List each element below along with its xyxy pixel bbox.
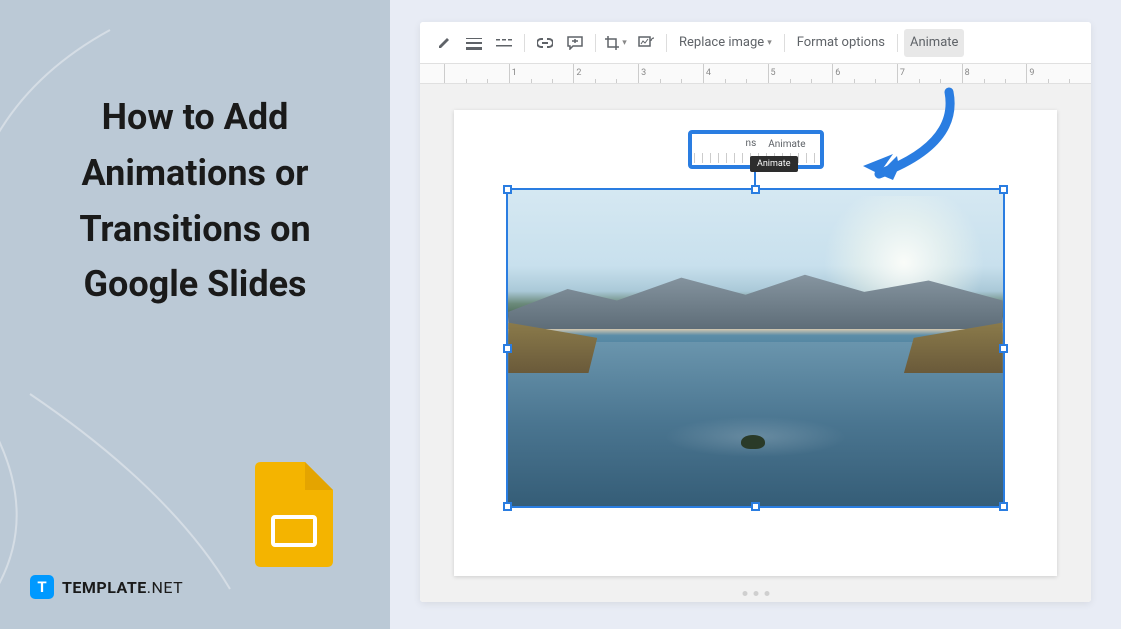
animate-button[interactable]: Animate <box>904 29 964 57</box>
replace-image-button[interactable]: Replace image <box>673 29 778 57</box>
horizontal-ruler: 1 2 3 4 5 6 7 8 9 <box>420 64 1091 84</box>
resize-handle-tm[interactable] <box>751 185 760 194</box>
editor-window: Replace image Format options Animate Ani… <box>420 22 1091 602</box>
resize-handle-mr[interactable] <box>999 344 1008 353</box>
ruler-tick: 5 <box>768 64 833 83</box>
ruler-tick: 2 <box>573 64 638 83</box>
pager-dot <box>753 591 758 596</box>
crop-icon[interactable] <box>602 29 630 57</box>
link-icon[interactable] <box>531 29 559 57</box>
right-screenshot-panel: Replace image Format options Animate Ani… <box>390 0 1121 629</box>
resize-handle-tr[interactable] <box>999 185 1008 194</box>
selected-image[interactable] <box>508 190 1002 507</box>
toolbar: Replace image Format options Animate <box>420 22 1091 64</box>
ruler-tick: 6 <box>832 64 897 83</box>
resize-handle-tl[interactable] <box>503 185 512 194</box>
callout-fragment: ns <box>746 138 757 151</box>
resize-handle-br[interactable] <box>999 502 1008 511</box>
resize-handle-bm[interactable] <box>751 502 760 511</box>
google-slides-icon <box>255 462 333 567</box>
toolbar-separator <box>524 34 525 52</box>
brand-light: .NET <box>147 578 183 597</box>
callout-tooltip: Animate <box>750 156 798 172</box>
left-title-panel: How to Add Animations or Transitions on … <box>0 0 390 629</box>
callout-animate-button: Animate <box>762 138 811 151</box>
brand-bold: TEMPLATE <box>62 578 147 597</box>
pager-dots <box>742 591 769 596</box>
border-dash-icon[interactable] <box>490 29 518 57</box>
ruler-tick: 8 <box>962 64 1027 83</box>
resize-handle-ml[interactable] <box>503 344 512 353</box>
slide[interactable] <box>454 110 1057 576</box>
brand-text: TEMPLATE.NET <box>62 578 183 597</box>
ruler-tick: 1 <box>509 64 574 83</box>
comment-icon[interactable] <box>561 29 589 57</box>
toolbar-separator <box>666 34 667 52</box>
page-root: How to Add Animations or Transitions on … <box>0 0 1121 629</box>
toolbar-separator <box>784 34 785 52</box>
format-options-button[interactable]: Format options <box>791 29 891 57</box>
ruler-tick <box>444 64 509 83</box>
edit-icon[interactable] <box>430 29 458 57</box>
ruler-tick: 7 <box>897 64 962 83</box>
brand-icon <box>30 575 54 599</box>
ruler-tick: 3 <box>638 64 703 83</box>
ruler-tick: 9 <box>1026 64 1091 83</box>
image-content <box>508 190 1002 507</box>
brand-logo: TEMPLATE.NET <box>30 575 183 599</box>
ruler-tick: 4 <box>703 64 768 83</box>
pager-dot <box>742 591 747 596</box>
callout-zoom: ns Animate Animate <box>688 130 824 169</box>
page-title: How to Add Animations or Transitions on … <box>30 90 360 313</box>
resize-handle-bl[interactable] <box>503 502 512 511</box>
reset-image-icon[interactable] <box>632 29 660 57</box>
toolbar-separator <box>595 34 596 52</box>
line-weight-icon[interactable] <box>460 29 488 57</box>
toolbar-separator <box>897 34 898 52</box>
pager-dot <box>764 591 769 596</box>
